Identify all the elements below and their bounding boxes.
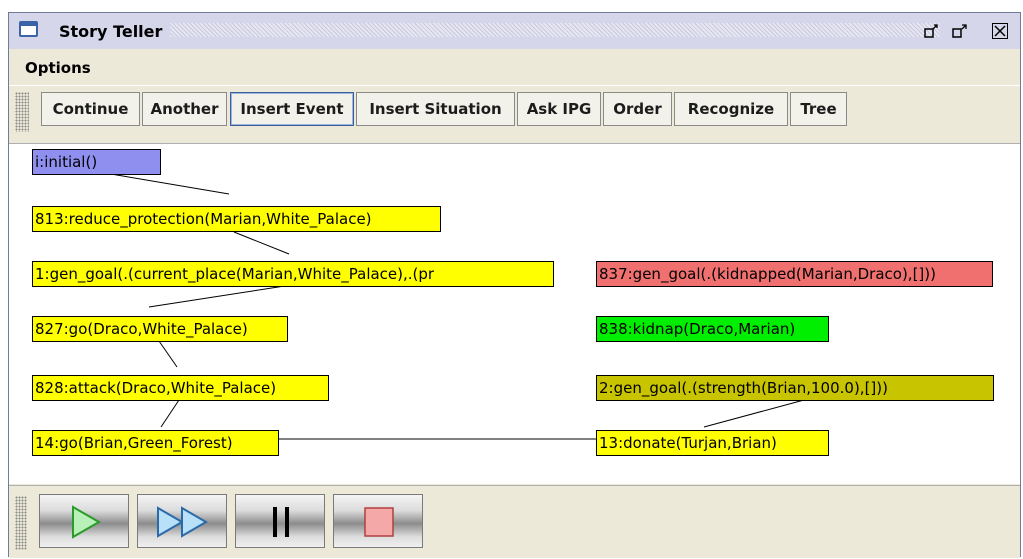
toolbar: Continue Another Insert Event Insert Sit…	[9, 85, 1020, 136]
tree-button[interactable]: Tree	[790, 92, 847, 126]
node-14-go[interactable]: 14:go(Brian,Green_Forest)	[32, 430, 279, 456]
ask-ipg-button[interactable]: Ask IPG	[517, 92, 601, 126]
edge-initial-813	[98, 171, 230, 195]
play-button[interactable]	[39, 494, 129, 548]
insert-situation-button[interactable]: Insert Situation	[356, 92, 515, 126]
play-icon	[72, 505, 102, 539]
toolbar-grip[interactable]	[15, 92, 29, 132]
fast-forward-button[interactable]	[137, 494, 227, 548]
fast-forward-icon	[157, 506, 208, 538]
node-initial[interactable]: i:initial()	[32, 149, 161, 175]
stop-icon	[364, 507, 394, 537]
edge-1-827	[148, 284, 292, 308]
continue-button[interactable]: Continue	[41, 92, 140, 126]
edge-2-13	[703, 399, 805, 428]
menu-bar: Options	[9, 49, 1020, 83]
window-title: Story Teller	[59, 22, 171, 41]
story-teller-window: Story Teller Options Continue Another In…	[8, 12, 1021, 558]
stop-button[interactable]	[333, 494, 423, 548]
title-bar[interactable]: Story Teller	[9, 13, 1020, 50]
window-icon	[19, 21, 38, 37]
title-bar-pattern	[169, 23, 940, 37]
minimize-icon[interactable]	[924, 23, 940, 39]
node-827-go[interactable]: 827:go(Draco,White_Palace)	[32, 316, 288, 342]
node-837-gen-goal[interactable]: 837:gen_goal(.(kidnapped(Marian,Draco),[…	[596, 261, 993, 287]
node-1-gen-goal[interactable]: 1:gen_goal(.(current_place(Marian,White_…	[32, 261, 554, 287]
story-graph-canvas[interactable]: i:initial() 813:reduce_protection(Marian…	[9, 143, 1020, 484]
edge-813-1	[233, 231, 290, 255]
insert-event-button[interactable]: Insert Event	[230, 92, 354, 126]
another-button[interactable]: Another	[142, 92, 227, 126]
maximize-icon[interactable]	[952, 23, 968, 39]
node-2-gen-goal[interactable]: 2:gen_goal(.(strength(Brian,100.0),[]))	[596, 375, 994, 401]
node-13-donate[interactable]: 13:donate(Turjan,Brian)	[596, 430, 829, 456]
node-838-kidnap[interactable]: 838:kidnap(Draco,Marian)	[596, 316, 829, 342]
recognize-button[interactable]: Recognize	[674, 92, 788, 126]
close-icon[interactable]	[992, 23, 1008, 39]
playback-toolbar	[9, 485, 1020, 558]
node-828-attack[interactable]: 828:attack(Draco,White_Palace)	[32, 375, 329, 401]
pause-button[interactable]	[235, 494, 325, 548]
edge-827-828	[158, 340, 178, 368]
pause-icon	[273, 507, 289, 537]
node-813-reduce-protection[interactable]: 813:reduce_protection(Marian,White_Palac…	[32, 206, 441, 232]
menu-options[interactable]: Options	[25, 59, 91, 77]
playback-toolbar-grip[interactable]	[15, 496, 27, 550]
order-button[interactable]: Order	[603, 92, 672, 126]
edge-828-14	[160, 399, 180, 428]
